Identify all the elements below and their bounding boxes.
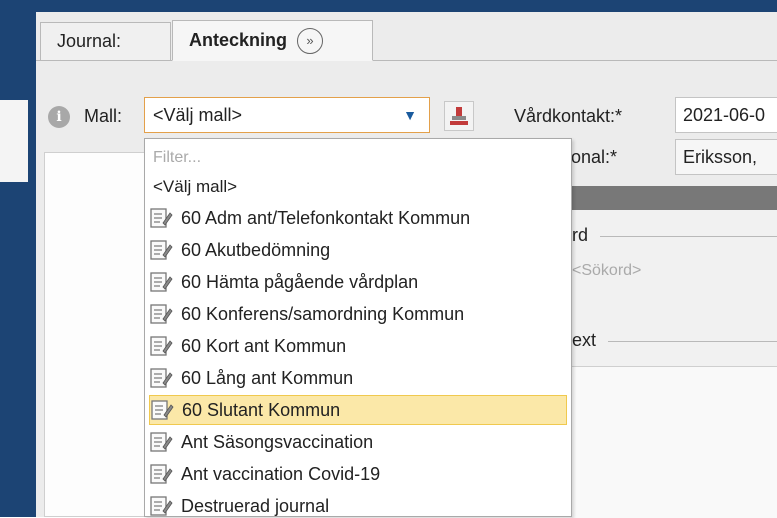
tab-journal-label: Journal: xyxy=(57,31,122,51)
dropdown-option[interactable]: 60 Adm ant/Telefonkontakt Kommun xyxy=(149,203,567,233)
dropdown-option[interactable]: 60 Akutbedömning xyxy=(149,235,567,265)
note-document-icon xyxy=(149,303,175,325)
personal-value: Eriksson, xyxy=(683,146,758,167)
dropdown-option[interactable]: 60 Hämta pågående vårdplan xyxy=(149,267,567,297)
stamp-button[interactable] xyxy=(444,101,474,131)
note-document-icon xyxy=(149,367,175,389)
info-icon[interactable]: i xyxy=(48,106,70,128)
tab-anteckning-label: Anteckning xyxy=(189,30,288,50)
dropdown-option-label: Destruerad journal xyxy=(181,495,330,516)
sokord-input[interactable]: <Sökord> xyxy=(572,262,641,280)
fritext-group-title: ext xyxy=(572,330,597,350)
dropdown-option-label: 60 Hämta pågående vårdplan xyxy=(181,271,419,292)
stamp-icon xyxy=(450,107,468,125)
mall-label: Mall: xyxy=(84,106,123,126)
note-document-icon xyxy=(149,495,175,516)
section-header-bar xyxy=(570,186,777,210)
note-document-icon xyxy=(149,271,175,293)
dropdown-option-label: 60 Lång ant Kommun xyxy=(181,367,354,388)
dropdown-option[interactable]: 60 Konferens/samordning Kommun xyxy=(149,299,567,329)
vardkontakt-value: 2021-06-0 xyxy=(683,104,766,125)
mall-dropdown-list[interactable]: Filter... <Välj mall> 60 Adm ant/Telefon… xyxy=(144,138,572,517)
tab-journal[interactable]: Journal: xyxy=(40,22,171,60)
triangle-down-icon[interactable]: ▼ xyxy=(403,107,417,123)
dropdown-option[interactable]: Ant Säsongsvaccination xyxy=(149,427,567,457)
dropdown-option-label: 60 Slutant Kommun xyxy=(182,399,341,420)
dropdown-option-label: Ant vaccination Covid-19 xyxy=(181,463,381,484)
dropdown-option[interactable]: 60 Lång ant Kommun xyxy=(149,363,567,393)
sokord-group-title: rd xyxy=(572,225,589,245)
dropdown-option-label: 60 Konferens/samordning Kommun xyxy=(181,303,465,324)
dropdown-option-default[interactable]: <Välj mall> xyxy=(153,177,237,197)
filter-input[interactable]: Filter... xyxy=(153,149,201,167)
note-document-icon xyxy=(149,239,175,261)
note-document-icon xyxy=(149,431,175,453)
dropdown-option[interactable]: Destruerad journal xyxy=(149,491,567,516)
note-document-icon xyxy=(150,399,176,421)
note-document-icon xyxy=(149,207,175,229)
fritext-area[interactable] xyxy=(570,366,777,518)
fritext-group-line xyxy=(608,341,777,342)
double-chevron-icon[interactable]: » xyxy=(297,27,324,54)
sokord-group-line xyxy=(600,236,777,237)
note-document-icon xyxy=(149,335,175,357)
mall-select-value: <Välj mall> xyxy=(153,104,243,125)
tab-anteckning[interactable]: Anteckning » xyxy=(172,20,373,61)
dropdown-option-label: 60 Kort ant Kommun xyxy=(181,335,347,356)
dropdown-option[interactable]: 60 Kort ant Kommun xyxy=(149,331,567,361)
tab-strip-line xyxy=(36,60,777,61)
dropdown-option-label: 60 Akutbedömning xyxy=(181,239,331,260)
left-side-tab[interactable] xyxy=(0,100,28,182)
dropdown-option[interactable]: 60 Slutant Kommun xyxy=(149,395,567,425)
vardkontakt-label: Vårdkontakt:* xyxy=(514,106,623,126)
window-top-bar xyxy=(0,0,777,12)
left-frame xyxy=(0,12,36,517)
journal-list-panel xyxy=(44,152,148,517)
note-document-icon xyxy=(149,463,175,485)
personal-field[interactable]: Eriksson, xyxy=(675,139,777,175)
dropdown-option[interactable]: Ant vaccination Covid-19 xyxy=(149,459,567,489)
vardkontakt-field[interactable]: 2021-06-0 xyxy=(675,97,777,133)
mall-select[interactable]: <Välj mall> ▼ xyxy=(144,97,430,133)
dropdown-option-label: 60 Adm ant/Telefonkontakt Kommun xyxy=(181,207,471,228)
dropdown-option-label: Ant Säsongsvaccination xyxy=(181,431,374,452)
